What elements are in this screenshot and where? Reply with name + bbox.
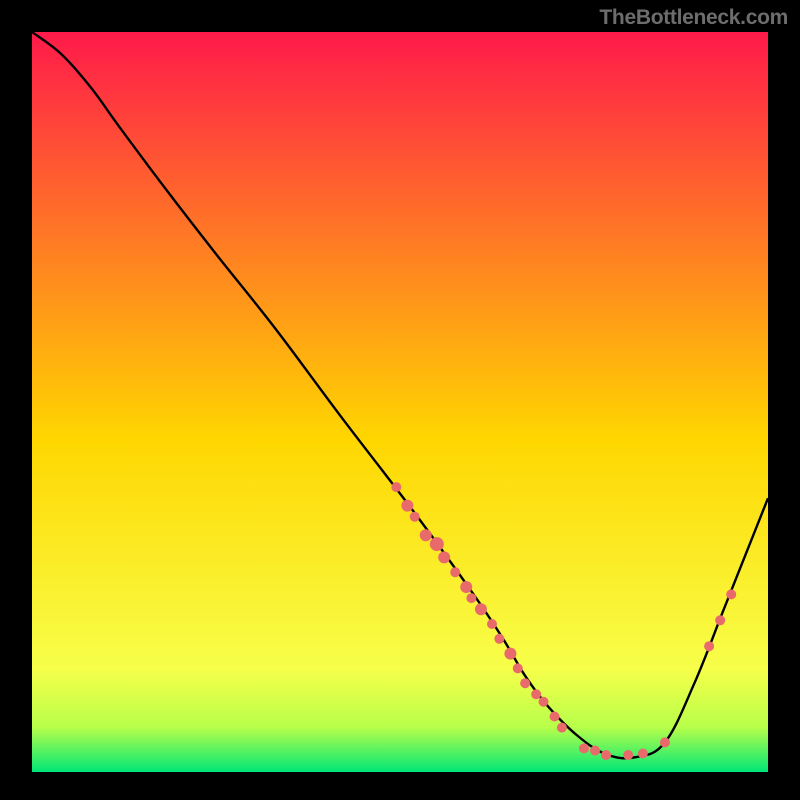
- data-dot: [494, 634, 504, 644]
- data-dot: [539, 697, 549, 707]
- data-dot: [660, 737, 670, 747]
- data-dot: [420, 529, 432, 541]
- data-dot: [531, 689, 541, 699]
- attribution-label: TheBottleneck.com: [599, 6, 788, 30]
- data-dot: [550, 712, 560, 722]
- bottleneck-chart: [32, 32, 768, 772]
- data-dot: [410, 512, 420, 522]
- data-dot: [401, 500, 413, 512]
- data-dot: [460, 581, 472, 593]
- data-dot: [590, 746, 600, 756]
- data-dot: [487, 619, 497, 629]
- data-dot: [520, 678, 530, 688]
- data-dot: [391, 482, 401, 492]
- data-dot: [504, 648, 516, 660]
- chart-stage: TheBottleneck.com: [0, 0, 800, 800]
- data-dot: [726, 589, 736, 599]
- data-dot: [715, 615, 725, 625]
- data-dot: [638, 749, 648, 759]
- gradient-background: [32, 32, 768, 772]
- data-dot: [557, 723, 567, 733]
- data-dot: [704, 641, 714, 651]
- data-dot: [623, 750, 633, 760]
- data-dot: [513, 663, 523, 673]
- data-dot: [450, 567, 460, 577]
- data-dot: [466, 593, 476, 603]
- data-dot: [438, 551, 450, 563]
- data-dot: [430, 537, 444, 551]
- data-dot: [475, 603, 487, 615]
- data-dot: [601, 750, 611, 760]
- data-dot: [579, 743, 589, 753]
